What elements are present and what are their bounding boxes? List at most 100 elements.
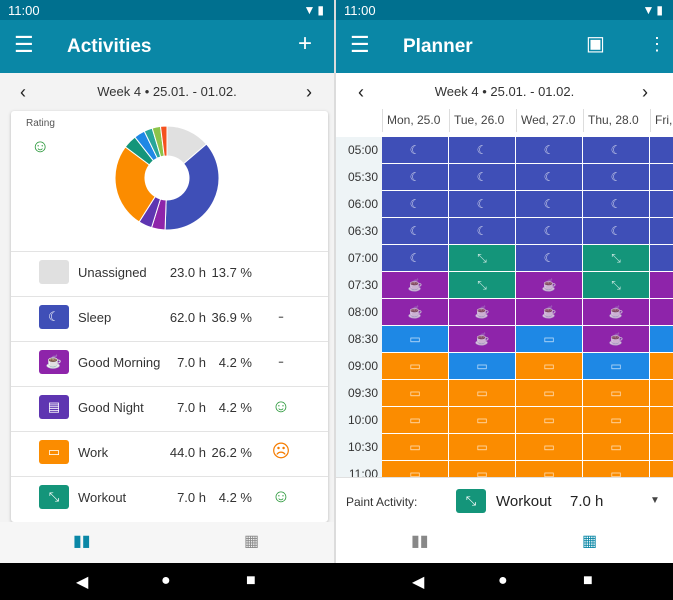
recents-icon[interactable]: ■ xyxy=(246,572,256,590)
planner-cell[interactable]: ⤡ xyxy=(449,272,515,298)
menu-icon[interactable]: ☰ xyxy=(14,34,34,56)
activity-row[interactable]: ▭ Work 44.0 h 26.2 % ☹ xyxy=(11,431,328,476)
planner-cell[interactable]: ▭ xyxy=(583,434,649,460)
grid-icon[interactable]: ▦ xyxy=(582,531,597,551)
planner-cell[interactable]: ☾ xyxy=(382,137,448,163)
planner-cell[interactable]: ☾ xyxy=(516,137,582,163)
paint-activity-name[interactable]: Workout xyxy=(496,493,552,510)
planner-cell[interactable]: ☾ xyxy=(382,245,448,271)
back-icon[interactable]: ◀ xyxy=(412,572,424,592)
home-icon[interactable]: ● xyxy=(161,572,171,590)
activity-row[interactable]: ▤ Good Night 7.0 h 4.2 % ☺ xyxy=(11,386,328,431)
grid-icon[interactable]: ▦ xyxy=(244,531,259,551)
planner-cell[interactable]: ⤡ xyxy=(583,245,649,271)
activity-color-swatch: ⤡ xyxy=(39,485,69,509)
planner-cell[interactable]: ▭ xyxy=(650,407,673,433)
planner-cell[interactable]: ☕ xyxy=(583,326,649,352)
planner-cell[interactable]: ☕ xyxy=(382,299,448,325)
next-week-icon[interactable]: › xyxy=(306,82,312,103)
planner-cell[interactable]: ☕ xyxy=(583,299,649,325)
planner-cell[interactable]: ▭ xyxy=(449,353,515,379)
next-week-icon[interactable]: › xyxy=(642,82,648,103)
planner-cell[interactable]: ☾ xyxy=(449,191,515,217)
chart-icon[interactable]: ▮▮ xyxy=(411,531,429,551)
activity-row[interactable]: ⤡ Workout 7.0 h 4.2 % ☺ xyxy=(11,476,328,521)
planner-cell[interactable]: ▭ xyxy=(382,380,448,406)
planner-cell[interactable]: ☕ xyxy=(516,272,582,298)
planner-cell[interactable]: ☾ xyxy=(650,191,673,217)
planner-cell[interactable]: ☾ xyxy=(516,245,582,271)
activity-row[interactable]: ☾ Sleep 62.0 h 36.9 % - xyxy=(11,296,328,341)
activity-rating[interactable]: ☺ xyxy=(269,396,293,417)
planner-cell[interactable]: ⤡ xyxy=(583,272,649,298)
smile-icon[interactable]: ☺ xyxy=(31,136,49,157)
planner-screen: 11:00 ▼▮ ☰ Planner ▣ ⋮ ‹ Week 4 • 25.01.… xyxy=(336,0,673,563)
planner-cell[interactable]: ▭ xyxy=(449,380,515,406)
more-options-icon[interactable]: ⋮ xyxy=(648,32,666,56)
planner-cell[interactable]: ☾ xyxy=(583,218,649,244)
planner-cell[interactable]: ☾ xyxy=(449,137,515,163)
planner-cell[interactable]: ☾ xyxy=(449,218,515,244)
planner-cell[interactable]: ☾ xyxy=(449,164,515,190)
planner-cell[interactable]: ▭ xyxy=(382,407,448,433)
planner-cell[interactable]: ☕ xyxy=(650,272,673,298)
activity-rating[interactable]: - xyxy=(269,351,293,372)
planner-cell[interactable]: ☾ xyxy=(650,164,673,190)
planner-cell[interactable]: ▭ xyxy=(449,461,515,477)
planner-cell[interactable]: ▭ xyxy=(516,407,582,433)
planner-cell[interactable]: ▭ xyxy=(516,461,582,477)
planner-cell[interactable]: ☾ xyxy=(583,164,649,190)
planner-cell[interactable]: ☾ xyxy=(516,164,582,190)
planner-cell[interactable]: ▭ xyxy=(449,407,515,433)
planner-cell[interactable]: ▭ xyxy=(516,434,582,460)
planner-cell[interactable]: ▭ xyxy=(516,353,582,379)
planner-cell[interactable]: ▭ xyxy=(516,326,582,352)
planner-cell[interactable]: ▭ xyxy=(382,461,448,477)
planner-cell[interactable]: ☾ xyxy=(650,137,673,163)
menu-icon[interactable]: ☰ xyxy=(350,34,370,56)
planner-cell[interactable]: ☕ xyxy=(382,272,448,298)
back-icon[interactable]: ◀ xyxy=(76,572,88,592)
activity-row[interactable]: Unassigned 23.0 h 13.7 % xyxy=(11,251,328,296)
activity-row[interactable]: ☕ Good Morning 7.0 h 4.2 % - xyxy=(11,341,328,386)
calendar-icon[interactable]: ▣ xyxy=(586,32,605,56)
planner-cell[interactable]: ☾ xyxy=(650,218,673,244)
planner-cell[interactable]: ▭ xyxy=(650,353,673,379)
planner-cell[interactable]: ▭ xyxy=(583,461,649,477)
planner-cell[interactable]: ▭ xyxy=(650,461,673,477)
planner-cell[interactable]: ☾ xyxy=(382,191,448,217)
planner-cell[interactable]: ☕ xyxy=(449,299,515,325)
planner-cell[interactable]: ☕ xyxy=(650,299,673,325)
workout-icon[interactable]: ⤡ xyxy=(456,489,486,513)
activity-rating[interactable]: ☹ xyxy=(269,441,293,462)
planner-cell[interactable]: ☾ xyxy=(583,137,649,163)
chart-icon[interactable]: ▮▮ xyxy=(73,531,91,551)
planner-cell[interactable]: ▭ xyxy=(650,380,673,406)
planner-cell[interactable]: ▭ xyxy=(650,434,673,460)
planner-cell[interactable]: ▭ xyxy=(583,380,649,406)
recents-icon[interactable]: ■ xyxy=(583,572,593,590)
planner-cell[interactable]: ▭ xyxy=(583,407,649,433)
planner-cell[interactable]: ☕ xyxy=(516,299,582,325)
add-icon[interactable]: + xyxy=(298,32,312,56)
planner-cell[interactable]: ▭ xyxy=(650,326,673,352)
activity-rating[interactable]: ☺ xyxy=(269,486,293,507)
planner-cell[interactable]: ▭ xyxy=(382,326,448,352)
planner-cell[interactable]: ☾ xyxy=(382,218,448,244)
planner-cell[interactable]: ☾ xyxy=(583,191,649,217)
planner-cell[interactable]: ☾ xyxy=(382,164,448,190)
planner-cell[interactable]: ▭ xyxy=(449,434,515,460)
planner-cell[interactable]: ▭ xyxy=(516,380,582,406)
activity-name: Good Morning xyxy=(78,355,161,370)
activity-rating[interactable]: - xyxy=(269,306,293,327)
planner-cell[interactable]: ⤡ xyxy=(449,245,515,271)
planner-cell[interactable]: ☾ xyxy=(516,218,582,244)
planner-cell[interactable]: ☾ xyxy=(650,245,673,271)
dropdown-icon[interactable]: ▼ xyxy=(650,495,660,506)
planner-cell[interactable]: ☾ xyxy=(516,191,582,217)
planner-cell[interactable]: ▭ xyxy=(382,353,448,379)
planner-cell[interactable]: ☕ xyxy=(449,326,515,352)
home-icon[interactable]: ● xyxy=(498,572,508,590)
planner-cell[interactable]: ▭ xyxy=(583,353,649,379)
planner-cell[interactable]: ▭ xyxy=(382,434,448,460)
